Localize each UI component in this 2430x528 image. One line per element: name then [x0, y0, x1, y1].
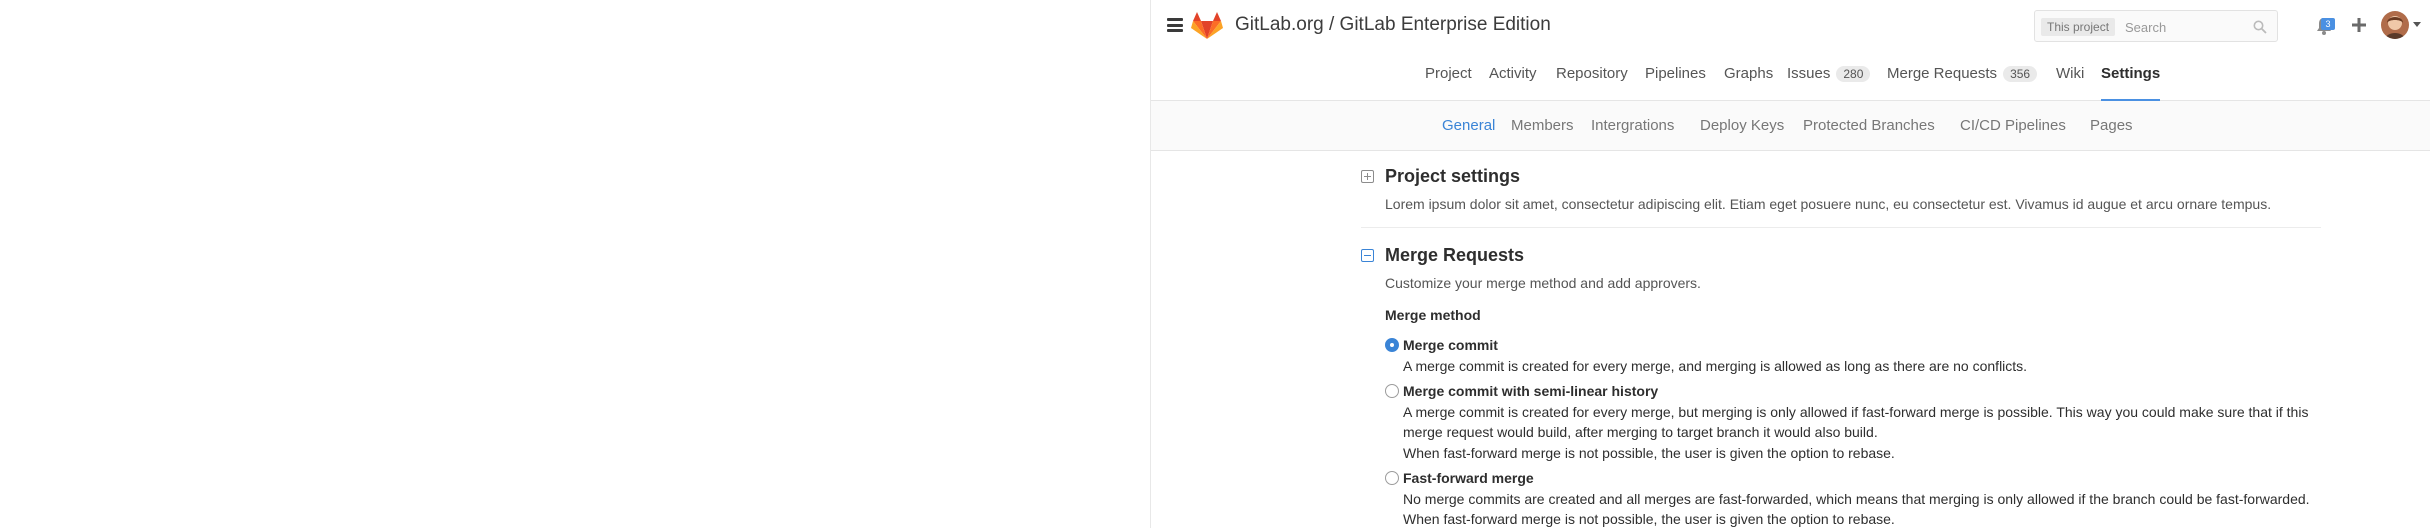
settings-sub-nav: General Members Intergrations Deploy Key… [1151, 101, 2430, 151]
semi-linear-help-line-1: A merge commit is created for every merg… [1403, 404, 2309, 420]
semi-linear-label[interactable]: Merge commit with semi-linear history [1403, 383, 1658, 399]
tab-label: Issues [1787, 65, 1831, 82]
subtab-general[interactable]: General [1442, 117, 1495, 134]
settings-content: Project settings Lorem ipsum dolor sit a… [1361, 151, 2321, 528]
tab-project[interactable]: Project [1425, 65, 1472, 101]
subtab-integrations[interactable]: Intergrations [1591, 117, 1674, 134]
section-divider [1361, 227, 2321, 228]
fast-forward-radio[interactable] [1385, 471, 1399, 485]
merge-requests-count-badge: 356 [2003, 66, 2038, 82]
chevron-down-icon[interactable] [2413, 22, 2421, 27]
tab-label: Settings [2101, 65, 2161, 82]
project-settings-description: Lorem ipsum dolor sit amet, consectetur … [1385, 196, 2272, 212]
tab-issues[interactable]: Issues 280 [1787, 65, 1871, 101]
semi-linear-help-line-3: When fast-forward merge is not possible,… [1403, 445, 1895, 461]
tab-activity[interactable]: Activity [1489, 65, 1537, 101]
plus-icon[interactable] [2349, 15, 2369, 35]
subtab-deploy-keys[interactable]: Deploy Keys [1700, 117, 1784, 134]
tab-label: Repository [1556, 65, 1628, 82]
gitlab-app: GitLab.org / GitLab Enterprise Edition T… [1150, 0, 2430, 528]
tab-settings[interactable]: Settings [2101, 65, 2161, 101]
tab-merge-requests[interactable]: Merge Requests 356 [1887, 65, 2038, 101]
merge-method-label: Merge method [1385, 307, 1481, 323]
tab-label: Graphs [1724, 65, 1774, 82]
fast-forward-help-line-1: No merge commits are created and all mer… [1403, 491, 2310, 507]
tab-wiki[interactable]: Wiki [2056, 65, 2084, 101]
merge-commit-radio[interactable] [1385, 338, 1399, 352]
project-nav: Project Activity Repository Pipelines Gr… [1151, 52, 2430, 101]
tab-pipelines[interactable]: Pipelines [1645, 65, 1706, 101]
top-header: GitLab.org / GitLab Enterprise Edition T… [1151, 0, 2430, 52]
tab-graphs[interactable]: Graphs [1724, 65, 1773, 101]
semi-linear-radio[interactable] [1385, 384, 1399, 398]
fast-forward-help-line-2: When fast-forward merge is not possible,… [1403, 511, 1895, 527]
subtab-cicd-pipelines[interactable]: CI/CD Pipelines [1960, 117, 2066, 134]
tab-label: Pipelines [1645, 65, 1706, 82]
menu-icon[interactable] [1167, 18, 1183, 32]
gitlab-logo[interactable] [1191, 12, 1223, 40]
subtab-protected-branches[interactable]: Protected Branches [1803, 117, 1935, 134]
tab-repository[interactable]: Repository [1556, 65, 1628, 101]
user-avatar[interactable] [2381, 11, 2409, 39]
merge-requests-description: Customize your merge method and add appr… [1385, 275, 1701, 291]
expand-icon[interactable] [1361, 170, 1374, 183]
tab-label: Project [1425, 65, 1472, 82]
semi-linear-help-line-2: merge request would build, after merging… [1403, 424, 1878, 440]
tab-label: Merge Requests [1887, 65, 1998, 82]
notification-count-badge: 3 [2321, 18, 2335, 30]
subtab-members[interactable]: Members [1511, 117, 1574, 134]
merge-requests-title[interactable]: Merge Requests [1385, 245, 1524, 266]
merge-commit-help: A merge commit is created for every merg… [1403, 358, 2028, 374]
project-path-title[interactable]: GitLab.org / GitLab Enterprise Edition [1235, 14, 1551, 36]
fast-forward-label[interactable]: Fast-forward merge [1403, 470, 1534, 486]
search-icon[interactable] [2253, 20, 2267, 34]
search-box[interactable]: This project [2034, 10, 2278, 42]
collapse-icon[interactable] [1361, 249, 1374, 262]
merge-commit-label[interactable]: Merge commit [1403, 337, 1498, 353]
project-settings-title[interactable]: Project settings [1385, 166, 1520, 187]
search-scope-badge[interactable]: This project [2041, 18, 2116, 36]
empty-left-area [0, 0, 1150, 528]
search-input[interactable] [2125, 17, 2245, 37]
tab-label: Wiki [2056, 65, 2085, 82]
subtab-pages[interactable]: Pages [2090, 117, 2133, 134]
issues-count-badge: 280 [1836, 66, 1871, 82]
tab-label: Activity [1489, 65, 1537, 82]
